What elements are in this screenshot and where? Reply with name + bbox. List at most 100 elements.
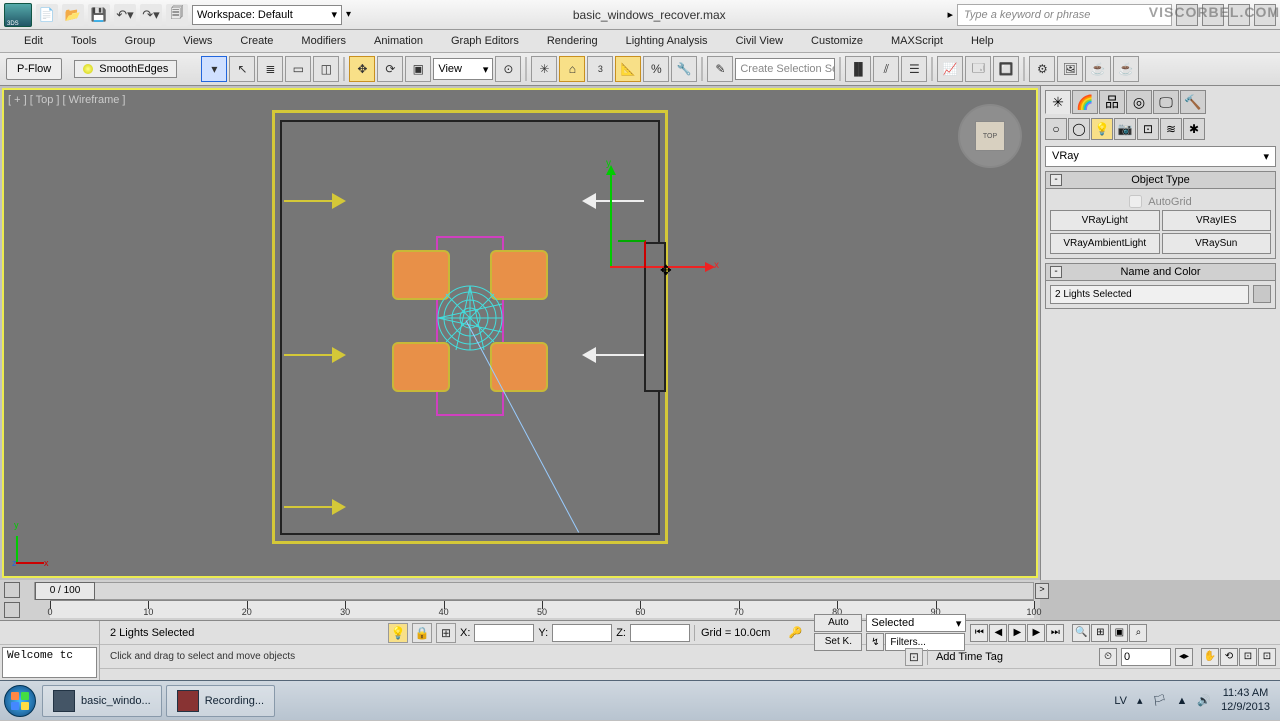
create-selection-set-input[interactable]: Create Selection Se▾ [735,58,835,80]
tab-create[interactable]: ✳ [1045,90,1071,114]
connect-icon[interactable] [1176,4,1198,26]
app-menu-icon[interactable] [4,3,32,27]
max-toggle-icon[interactable]: ⊡ [1239,648,1257,666]
menu-help[interactable]: Help [957,32,1008,50]
open-icon[interactable]: 📂 [62,4,84,26]
keyboard-shortcut-icon[interactable]: ⌂ [559,56,585,82]
menu-views[interactable]: Views [169,32,226,50]
zoom-region-icon[interactable]: ⊡ [1258,648,1276,666]
pivot-center-icon[interactable]: ⊙ [495,56,521,82]
zoom-icon[interactable]: 🔍 [1072,624,1090,642]
sub-cameras[interactable]: 📷 [1114,118,1136,140]
tab-hierarchy[interactable]: 品 [1099,90,1125,114]
menu-maxscript[interactable]: MAXScript [877,32,957,50]
smooth-edges-button[interactable]: SmoothEdges [74,60,177,78]
viewport-top[interactable]: [ + ] [ Top ] [ Wireframe ] y x [2,88,1038,578]
pan-icon[interactable]: ✋ [1201,648,1219,666]
frame-input[interactable] [1121,648,1171,666]
render-icon[interactable]: ☕ [1085,56,1111,82]
collapse-icon[interactable]: - [1050,266,1062,278]
tab-display[interactable]: 🖵 [1153,90,1179,114]
sub-spacewarps[interactable]: ≋ [1160,118,1182,140]
tray-arrow-icon[interactable]: ▴ [1137,694,1143,707]
goto-end-icon[interactable]: ⏭ [1046,624,1064,642]
volume-icon[interactable]: 🔊 [1197,694,1211,707]
project-icon[interactable]: 🗐 [166,4,188,26]
menu-animation[interactable]: Animation [360,32,437,50]
prev-frame-icon[interactable]: ◀ [989,624,1007,642]
menu-lighting-analysis[interactable]: Lighting Analysis [612,32,722,50]
material-editor-icon[interactable]: 🔲 [993,56,1019,82]
selection-filter-dropdown[interactable]: ▾ [201,56,227,82]
favorites-icon[interactable] [1228,4,1250,26]
spinner-snap-icon[interactable]: 🔧 [671,56,697,82]
sub-lights[interactable]: 💡 [1091,118,1113,140]
taskbar-item[interactable]: basic_windo... [42,685,162,717]
new-icon[interactable]: 📄 [36,4,58,26]
sub-systems[interactable]: ✱ [1183,118,1205,140]
gizmo-plane[interactable] [618,240,646,268]
angle-snap-icon[interactable]: 📐 [615,56,641,82]
percent-snap-icon[interactable]: % [643,56,669,82]
menu-group[interactable]: Group [111,32,170,50]
schematic-icon[interactable]: 🗔 [965,56,991,82]
reference-coord-dropdown[interactable]: View▾ [433,58,493,80]
maxscript-listener[interactable]: Welcome tc [2,647,97,678]
rollout-header[interactable]: -Name and Color [1046,264,1275,281]
keyfilters-selected-dropdown[interactable]: Selected▾ [866,614,966,632]
rect-region-icon[interactable]: ▭ [285,56,311,82]
viewcube-face[interactable]: TOP [975,121,1005,151]
goto-start-icon[interactable]: ⏮ [970,624,988,642]
sub-shapes[interactable]: ◯ [1068,118,1090,140]
redo-icon[interactable]: ↷▾ [140,4,162,26]
trackbar-toggle-icon[interactable] [4,602,20,618]
zoom-all-icon[interactable]: ⊞ [1091,624,1109,642]
title-caret-icon[interactable]: ▸ [947,8,953,21]
select-move-icon[interactable]: ✥ [349,56,375,82]
menu-civil-view[interactable]: Civil View [722,32,797,50]
align-icon[interactable]: ⫽ [873,56,899,82]
key-mode-icon[interactable]: 🔑 [780,626,810,639]
renderer-dropdown[interactable]: VRay▾ [1045,146,1276,167]
autokey-button[interactable]: Auto [814,614,862,632]
workspace-options-icon[interactable]: ▾ [346,9,351,20]
add-time-tag-button[interactable]: Add Time Tag [927,649,1011,665]
comm-center-icon[interactable]: ⊡ [905,648,923,666]
objtype-vrayies[interactable]: VRayIES [1162,210,1272,231]
object-name-input[interactable]: 2 Lights Selected [1050,285,1249,304]
color-swatch[interactable] [1253,285,1271,303]
tab-motion[interactable]: ◎ [1126,90,1152,114]
help-icon[interactable] [1254,4,1276,26]
pflow-button[interactable]: P-Flow [6,58,62,80]
sub-geometry[interactable]: ○ [1045,118,1067,140]
collapse-icon[interactable]: - [1050,174,1062,186]
rollout-header[interactable]: -Object Type [1046,172,1275,189]
select-scale-icon[interactable]: ▣ [405,56,431,82]
orbit-icon[interactable]: ⟲ [1220,648,1238,666]
select-object-icon[interactable]: ↖ [229,56,255,82]
z-input[interactable] [630,624,690,642]
objtype-vrayambientlight[interactable]: VRayAmbientLight [1050,233,1160,254]
spinner-up-icon[interactable]: ◂▸ [1175,648,1193,666]
menu-tools[interactable]: Tools [57,32,111,50]
select-rotate-icon[interactable]: ⟳ [377,56,403,82]
mirror-icon[interactable]: ▐▌ [845,56,871,82]
render-setup-icon[interactable]: ⚙ [1029,56,1055,82]
play-icon[interactable]: ▶ [1008,624,1026,642]
menu-modifiers[interactable]: Modifiers [287,32,360,50]
autogrid-checkbox[interactable] [1129,195,1142,208]
render-frame-icon[interactable]: 🖼 [1057,56,1083,82]
tab-utilities[interactable]: 🔨 [1180,90,1206,114]
help-search-input[interactable]: Type a keyword or phrase [957,4,1172,26]
language-indicator[interactable]: LV [1114,695,1127,707]
time-slider-track[interactable]: 0 / 100 > [34,582,1034,600]
next-frame-icon[interactable]: ▶ [1027,624,1045,642]
menu-customize[interactable]: Customize [797,32,877,50]
time-slider-thumb[interactable]: 0 / 100 [35,582,95,600]
abs-transform-icon[interactable]: ⊞ [436,623,456,643]
gizmo-y-axis[interactable] [610,170,612,266]
window-crossing-icon[interactable]: ◫ [313,56,339,82]
objtype-vraylight[interactable]: VRayLight [1050,210,1160,231]
render-last-icon[interactable]: ☕ [1113,56,1139,82]
tab-modify[interactable]: 🌈 [1072,90,1098,114]
